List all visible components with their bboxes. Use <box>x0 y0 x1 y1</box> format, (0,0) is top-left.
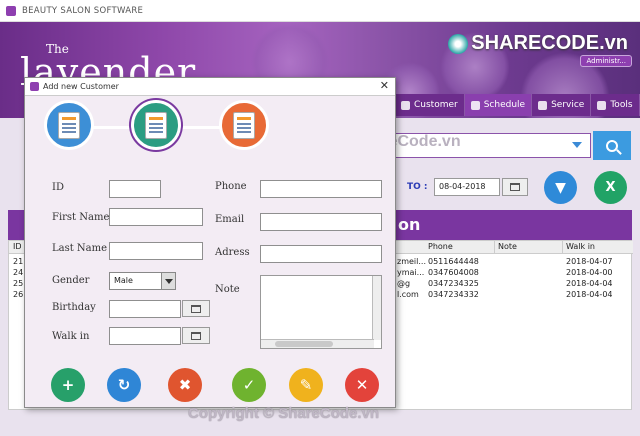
label-note: Note <box>215 284 240 295</box>
label-phone: Phone <box>215 181 247 192</box>
save-document-icon: ✓ <box>242 376 256 394</box>
cancel-button[interactable]: ✕ <box>345 368 379 402</box>
dialog-close-button[interactable]: ✕ <box>380 80 389 92</box>
calendar-icon <box>191 304 201 313</box>
add-customer-button[interactable]: + <box>51 368 85 402</box>
edit-button[interactable]: ✎ <box>289 368 323 402</box>
column-header-phone[interactable]: Phone <box>428 242 453 251</box>
label-first-name: First Name <box>52 212 110 223</box>
dialog-app-icon <box>30 82 39 91</box>
gender-select[interactable]: Male <box>109 272 176 290</box>
refresh-icon: ↻ <box>117 376 131 394</box>
service-icon <box>538 100 548 110</box>
horizontal-scrollbar[interactable] <box>261 339 374 348</box>
main-titlebar: BEAUTY SALON SOFTWARE <box>0 0 640 22</box>
calendar-icon <box>470 100 480 110</box>
note-textarea[interactable] <box>260 275 382 349</box>
column-header-id[interactable]: ID <box>13 242 22 251</box>
menu-customer[interactable]: Customer <box>395 94 465 116</box>
refresh-button[interactable]: ↻ <box>107 368 141 402</box>
edit-document-icon: ✎ <box>299 376 313 394</box>
tools-icon <box>597 100 607 110</box>
table-heading: on <box>398 215 421 234</box>
footer-watermark: Copyright © ShareCode.vn <box>188 405 380 422</box>
menu-service[interactable]: Service <box>532 94 592 116</box>
email-field[interactable] <box>260 213 382 231</box>
remove-user-icon: ✖ <box>178 376 192 394</box>
label-email: Email <box>215 214 245 225</box>
last-name-field[interactable] <box>109 242 203 260</box>
menu-schedule[interactable]: Schedule <box>464 94 533 116</box>
label-gender: Gender <box>52 275 90 286</box>
sharecode-logo: SHARECODE.vn <box>448 32 628 55</box>
remove-customer-button[interactable]: ✖ <box>168 368 202 402</box>
adress-field[interactable] <box>260 245 382 263</box>
label-id: ID <box>52 182 64 193</box>
first-name-field[interactable] <box>109 208 203 226</box>
menubar: Customer Schedule Service Tools <box>395 94 640 116</box>
search-icon <box>606 139 618 152</box>
add-customer-dialog: Add new Customer ✕ ID First Name Last Na… <box>24 77 396 408</box>
walk-in-field[interactable] <box>109 327 181 345</box>
dropdown-caret-icon[interactable] <box>572 142 582 148</box>
column-header-walkin[interactable]: Walk in <box>566 242 595 251</box>
label-last-name: Last Name <box>52 243 108 254</box>
walk-in-date-picker-button[interactable] <box>182 327 210 344</box>
calendar-icon <box>191 331 201 340</box>
step-2-form-icon[interactable] <box>131 100 181 150</box>
birthday-date-picker-button[interactable] <box>182 300 210 317</box>
to-label: TO : <box>407 182 428 192</box>
close-icon: ✕ <box>355 376 369 394</box>
menu-tools[interactable]: Tools <box>591 94 640 116</box>
column-header-note[interactable]: Note <box>498 242 517 251</box>
step-3-summary-icon[interactable] <box>219 100 269 150</box>
label-walk-in: Walk in <box>52 331 90 342</box>
to-date-picker-button[interactable] <box>502 178 528 196</box>
birthday-field[interactable] <box>109 300 181 318</box>
id-field[interactable] <box>109 180 161 198</box>
excel-icon: X <box>605 180 616 195</box>
dialog-titlebar: Add new Customer <box>25 78 395 96</box>
search-button[interactable] <box>593 131 631 160</box>
dialog-title: Add new Customer <box>43 82 119 91</box>
export-excel-button[interactable]: X <box>594 171 627 204</box>
step-connector <box>175 126 223 129</box>
calendar-icon <box>510 183 520 191</box>
vertical-scrollbar[interactable] <box>372 276 381 340</box>
step-connector <box>91 126 135 129</box>
label-adress: Adress <box>215 247 250 258</box>
label-birthday: Birthday <box>52 302 96 313</box>
phone-field[interactable] <box>260 180 382 198</box>
step-1-info-icon[interactable] <box>44 100 94 150</box>
filter-icon: ▼ <box>555 179 566 196</box>
filter-button[interactable]: ▼ <box>544 171 577 204</box>
chevron-down-icon <box>161 273 175 289</box>
to-date-field[interactable]: 08-04-2018 <box>434 178 500 196</box>
add-user-icon: + <box>61 376 75 394</box>
customer-icon <box>401 100 410 110</box>
app-icon <box>6 5 16 16</box>
user-label[interactable]: Administr... <box>580 55 632 67</box>
save-button[interactable]: ✓ <box>232 368 266 402</box>
window-title: BEAUTY SALON SOFTWARE <box>22 5 144 16</box>
